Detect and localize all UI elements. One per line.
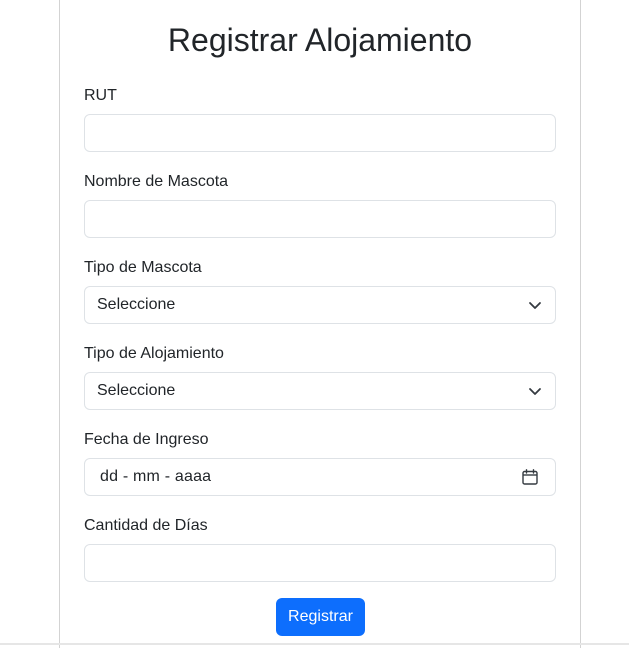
lodging-type-selected-value: Seleccione: [97, 382, 176, 399]
registration-card: Registrar Alojamiento RUT Nombre de Masc…: [59, 0, 581, 648]
calendar-icon[interactable]: [521, 468, 539, 486]
pet-type-selected-value: Seleccione: [97, 296, 176, 313]
chevron-down-icon: [527, 297, 543, 313]
pet-type-label: Tipo de Mascota: [84, 259, 202, 276]
days-label: Cantidad de Días: [84, 517, 208, 534]
lodging-type-label: Tipo de Alojamiento: [84, 345, 224, 362]
pet-name-input[interactable]: [84, 200, 556, 238]
pet-name-label: Nombre de Mascota: [84, 173, 229, 190]
pet-type-select[interactable]: Seleccione: [84, 286, 556, 324]
rut-label: RUT: [84, 87, 117, 104]
register-button[interactable]: Registrar: [276, 598, 365, 636]
rut-input[interactable]: [84, 114, 556, 152]
days-input[interactable]: [84, 544, 556, 582]
entry-date-placeholder: dd - mm - aaaa: [100, 468, 212, 485]
entry-date-input[interactable]: dd - mm - aaaa: [84, 458, 556, 496]
chevron-down-icon: [527, 383, 543, 399]
entry-date-label: Fecha de Ingreso: [84, 431, 209, 448]
page-title: Registrar Alojamiento: [167, 22, 473, 58]
lodging-type-select[interactable]: Seleccione: [84, 372, 556, 410]
